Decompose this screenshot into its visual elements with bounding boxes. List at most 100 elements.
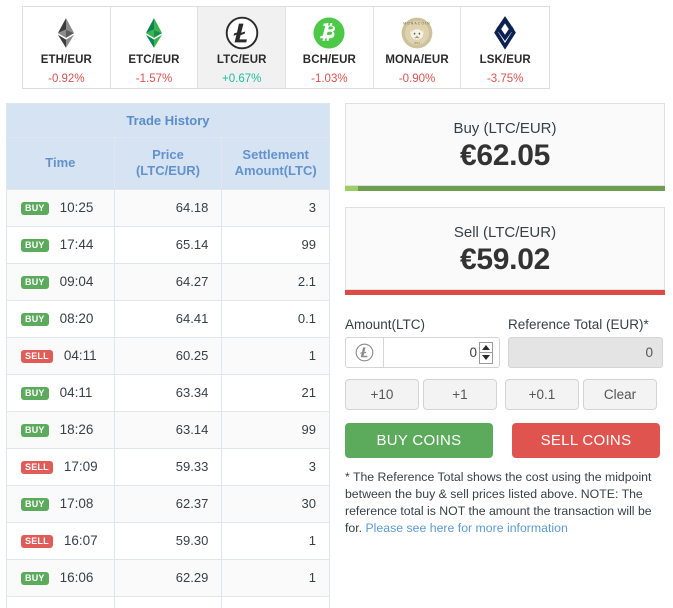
currency-tab-etc[interactable]: ETC/EUR -1.57% bbox=[110, 7, 199, 88]
trade-settlement-amount-cell: 21 bbox=[221, 373, 330, 412]
currency-tab-mona[interactable]: MONACOIN 2014 MONA/EUR -0.90% bbox=[373, 7, 462, 88]
trade-side-badge: BUY bbox=[21, 275, 49, 289]
currency-tab-change-percent: -0.90% bbox=[398, 73, 436, 85]
currency-tab-change-percent: -1.57% bbox=[135, 73, 173, 85]
trade-side-badge: SELL bbox=[21, 534, 53, 548]
trade-price-cell: 62.37 bbox=[113, 484, 223, 523]
trade-time-cell: SELL 17:09 bbox=[6, 447, 115, 486]
sell-coins-button[interactable]: SELL COINS bbox=[511, 423, 660, 458]
trade-side-badge: BUY bbox=[21, 201, 49, 215]
trade-price-cell: 59.33 bbox=[113, 447, 223, 486]
currency-tab-pair-label: LSK/EUR bbox=[479, 54, 531, 66]
table-row: BUY 09:04 64.27 2.1 bbox=[6, 262, 330, 301]
trade-side-badge: BUY bbox=[21, 423, 49, 437]
trade-time-value: 04:11 bbox=[63, 348, 97, 364]
buy-panel-indicator-segment bbox=[344, 186, 358, 191]
quick-amount-button-clear[interactable]: Clear bbox=[582, 379, 657, 410]
trade-history-column-row: Time Price (LTC/EUR) Settlement Amount(L… bbox=[6, 137, 330, 190]
trading-panel-column: Buy (LTC/EUR) €62.05 Sell (LTC/EUR) €59.… bbox=[344, 103, 665, 608]
currency-tab-change-percent: -1.03% bbox=[311, 73, 348, 85]
order-action-buttons: BUY COINS SELL COINS bbox=[344, 423, 665, 458]
trade-side-badge: SELL bbox=[21, 349, 53, 363]
trade-time-cell: BUY 10:25 bbox=[6, 188, 115, 227]
quick-amount-button-1[interactable]: +1 bbox=[422, 379, 497, 410]
amount-stepper[interactable] bbox=[478, 338, 495, 367]
trade-settlement-amount-cell: 99 bbox=[221, 410, 330, 449]
svg-text:2014: 2014 bbox=[414, 41, 420, 45]
trade-settlement-amount-cell: 0.3 bbox=[221, 595, 330, 608]
buy-price-value: €62.05 bbox=[460, 139, 550, 172]
reference-total-footnote: * The Reference Total shows the cost usi… bbox=[345, 469, 663, 537]
currency-tab-pair-label: ETC/EUR bbox=[128, 54, 180, 66]
quick-amount-buttons: +10 +1 +0.1 Clear bbox=[344, 379, 665, 410]
trade-price-cell: 64.27 bbox=[113, 262, 223, 301]
svg-text:MONACOIN: MONACOIN bbox=[403, 22, 430, 26]
trade-price-cell: 65.14 bbox=[113, 225, 223, 264]
lisk-icon bbox=[487, 15, 523, 51]
amount-stepper-down[interactable] bbox=[478, 352, 493, 364]
footnote-link[interactable]: Please see here for more information bbox=[365, 521, 567, 535]
trade-time-cell: BUY 17:08 bbox=[6, 484, 115, 523]
trade-time-cell: BUY 08:20 bbox=[6, 299, 115, 338]
buy-coins-button[interactable]: BUY COINS bbox=[344, 423, 493, 458]
sell-price-label: Sell (LTC/EUR) bbox=[453, 224, 557, 241]
trade-price-cell: 59.39 bbox=[113, 595, 223, 608]
trade-history-column: Trade History Time Price (LTC/EUR) Settl… bbox=[6, 103, 333, 608]
trade-settlement-amount-cell: 30 bbox=[221, 484, 330, 523]
reference-total-input bbox=[507, 337, 663, 368]
currency-tab-ltc[interactable]: LTC/EUR +0.67% bbox=[198, 7, 287, 88]
table-row: BUY 17:44 65.14 99 bbox=[6, 225, 330, 264]
trade-side-badge: BUY bbox=[21, 312, 49, 326]
currency-tab-lsk[interactable]: LSK/EUR -3.75% bbox=[461, 7, 550, 88]
trade-time-value: 17:44 bbox=[59, 237, 94, 253]
table-row: BUY 17:08 62.37 30 bbox=[6, 484, 330, 523]
sell-price-panel-wrapper: Sell (LTC/EUR) €59.02 bbox=[344, 207, 665, 295]
currency-tab-change-percent: -3.75% bbox=[486, 73, 524, 85]
trade-side-badge: SELL bbox=[21, 460, 53, 474]
quick-amount-button-10[interactable]: +10 bbox=[344, 379, 419, 410]
sell-panel-indicator-bar bbox=[344, 290, 665, 295]
column-header-price[interactable]: Price (LTC/EUR) bbox=[113, 137, 223, 190]
trade-settlement-amount-cell: 0.1 bbox=[221, 299, 330, 338]
table-row: BUY 16:06 62.29 1 bbox=[6, 558, 330, 597]
trade-time-cell: BUY 18:26 bbox=[6, 410, 115, 449]
trade-settlement-amount-cell: 3 bbox=[221, 447, 330, 486]
trade-price-cell: 63.14 bbox=[113, 410, 223, 449]
amount-stepper-up[interactable] bbox=[478, 341, 493, 353]
table-row: BUY 18:26 63.14 99 bbox=[6, 410, 330, 449]
trade-time-value: 17:08 bbox=[59, 496, 94, 512]
currency-tab-pair-label: MONA/EUR bbox=[385, 54, 449, 66]
currency-tab-change-percent: +0.67% bbox=[222, 73, 262, 85]
trade-settlement-amount-cell: 1 bbox=[221, 521, 330, 560]
ethereum-classic-icon bbox=[136, 15, 172, 51]
trade-time-cell: BUY 17:44 bbox=[6, 225, 115, 264]
amount-input-shell bbox=[344, 337, 500, 368]
trade-time-value: 10:25 bbox=[59, 200, 94, 216]
trade-side-badge: BUY bbox=[21, 386, 49, 400]
trade-history-table: Trade History Time Price (LTC/EUR) Settl… bbox=[6, 103, 330, 608]
trade-time-cell: BUY 09:04 bbox=[6, 262, 115, 301]
currency-tab-change-percent: -0.92% bbox=[48, 73, 85, 85]
trade-side-badge: BUY bbox=[21, 238, 49, 252]
trade-settlement-amount-cell: 2.1 bbox=[221, 262, 330, 301]
column-header-time[interactable]: Time bbox=[6, 137, 115, 190]
trade-settlement-amount-cell: 3 bbox=[221, 188, 330, 227]
currency-tab-pair-label: LTC/EUR bbox=[216, 54, 267, 66]
table-row: SELL 04:11 60.25 1 bbox=[6, 336, 330, 375]
currency-tab-bch[interactable]: BCH/EUR -1.03% bbox=[286, 7, 374, 88]
trade-price-cell: 64.18 bbox=[113, 188, 223, 227]
table-row: SELL 17:09 59.33 3 bbox=[6, 447, 330, 486]
trade-time-value: 16:06 bbox=[59, 570, 94, 586]
litecoin-icon bbox=[224, 15, 260, 51]
order-form-inputs-row: Amount(LTC) 0 Reference Total (EUR)* 0 bbox=[344, 317, 665, 368]
trade-price-cell: 60.25 bbox=[113, 336, 223, 375]
quick-amount-button-0.1[interactable]: +0.1 bbox=[504, 379, 579, 410]
currency-tab-eth[interactable]: ETH/EUR -0.92% bbox=[23, 7, 111, 88]
trade-time-value: 18:26 bbox=[59, 422, 94, 438]
trade-settlement-amount-cell: 1 bbox=[221, 558, 330, 597]
currency-tab-pair-label: ETH/EUR bbox=[40, 54, 92, 66]
order-form: Amount(LTC) 0 Reference Total (EUR)* 0 +… bbox=[344, 317, 665, 537]
amount-input[interactable] bbox=[383, 338, 479, 367]
monacoin-icon: MONACOIN 2014 bbox=[399, 15, 435, 51]
column-header-settlement-amount[interactable]: Settlement Amount(LTC) bbox=[221, 137, 330, 190]
